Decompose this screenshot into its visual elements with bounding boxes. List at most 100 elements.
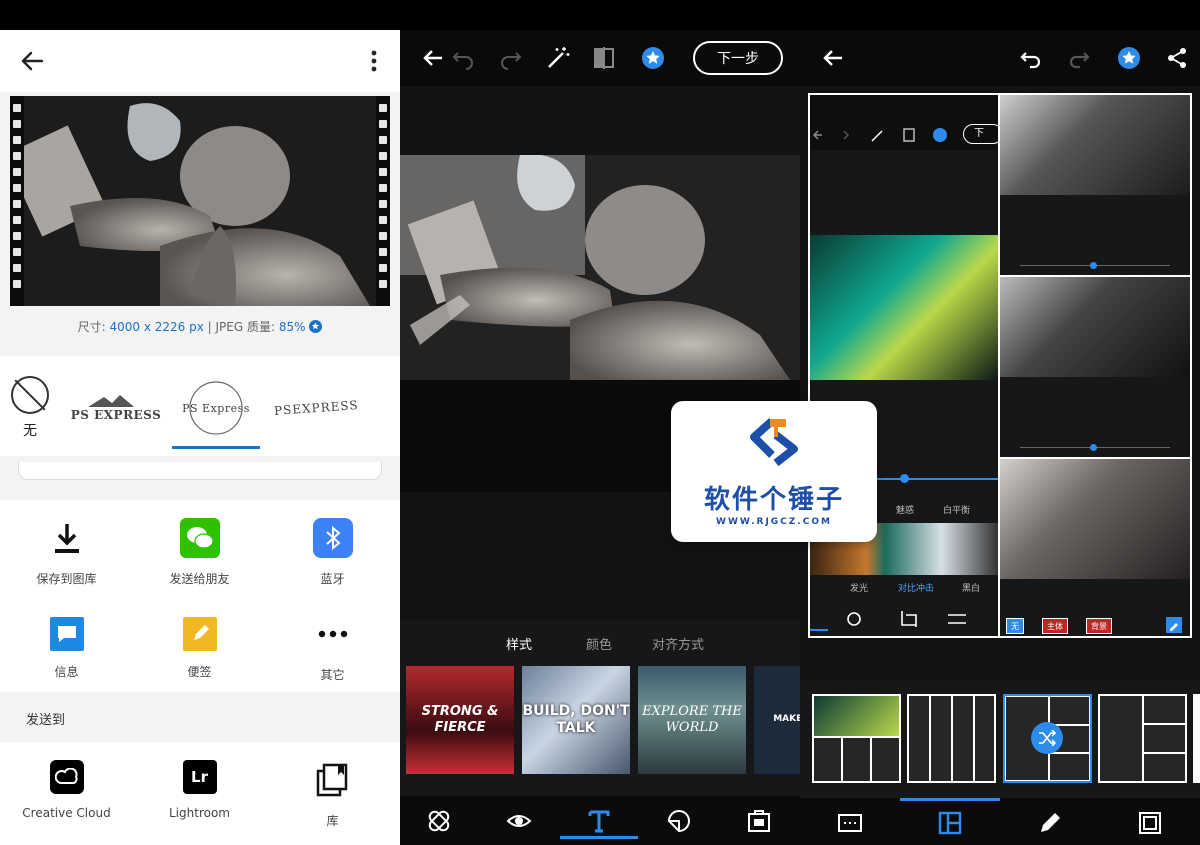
- back-arrow-icon[interactable]: [820, 45, 846, 71]
- border-icon[interactable]: [1137, 810, 1163, 836]
- chip-none: 无: [1006, 618, 1024, 634]
- share-icon[interactable]: [1164, 45, 1190, 71]
- share-wechat[interactable]: 发送给朋友: [133, 518, 266, 587]
- settings-card-edge: [18, 462, 382, 480]
- filter-name-active: 对比冲击: [898, 584, 935, 594]
- cyan-photo: [810, 235, 998, 380]
- undo-icon[interactable]: [1018, 45, 1044, 71]
- tab-color[interactable]: 颜色: [586, 634, 612, 653]
- text-tabs: 样式 颜色 对齐方式: [400, 620, 800, 666]
- redo-icon[interactable]: [1066, 45, 1092, 71]
- star-badge-icon[interactable]: [309, 320, 323, 333]
- eye-icon[interactable]: [506, 808, 532, 834]
- aspect-ratio-icon[interactable]: [837, 810, 863, 836]
- status-bar: [400, 0, 800, 30]
- collage-canvas[interactable]: 下 魅惑 白平衡 发光 对比冲击 黑白 无 主体 背景: [808, 93, 1192, 638]
- layout-option-5-partial[interactable]: [1193, 694, 1200, 783]
- text-tool-icon[interactable]: [586, 808, 612, 834]
- meta-quality[interactable]: 85%: [279, 320, 306, 334]
- share-more[interactable]: 其它: [266, 614, 399, 683]
- download-icon: [47, 518, 87, 558]
- logo-url-text: WWW.RJGCZ.COM: [716, 517, 832, 527]
- share-bluetooth[interactable]: 蓝牙: [266, 518, 399, 587]
- mini-toolbar: 下: [810, 95, 998, 150]
- next-button[interactable]: 下一步: [693, 41, 783, 75]
- compare-icon[interactable]: [591, 45, 617, 71]
- undo-icon[interactable]: [450, 45, 476, 71]
- redo-icon[interactable]: [498, 45, 524, 71]
- collage-cell-right-3[interactable]: [1000, 459, 1190, 636]
- bottom-nav-selected-indicator: [560, 836, 638, 839]
- filter-name: 发光: [850, 584, 869, 594]
- mini-slider-thumb: [1090, 262, 1097, 269]
- tab-alignment[interactable]: 对齐方式: [652, 634, 704, 653]
- share-label: 便签: [187, 665, 212, 679]
- more-vertical-icon[interactable]: [364, 48, 384, 74]
- circle-logo-icon: [189, 381, 243, 435]
- library-icon: [313, 760, 353, 800]
- layout-strip: [800, 680, 1200, 798]
- share-message[interactable]: 信息: [0, 614, 133, 680]
- layout-option-4[interactable]: [1098, 694, 1187, 783]
- mini-bottom-icons: [810, 611, 966, 631]
- layout-icon[interactable]: [937, 810, 963, 836]
- canvas-photo[interactable]: [400, 155, 800, 380]
- app-library[interactable]: 库: [266, 760, 399, 829]
- template-build-dont-talk[interactable]: BUILD, DON'T TALK: [522, 666, 630, 774]
- collage-cell-right-1[interactable]: [1000, 95, 1190, 275]
- photo-thumbnail: [1000, 277, 1190, 377]
- watermark-settings-edge: [0, 456, 400, 500]
- layout-option-2[interactable]: [907, 694, 996, 783]
- chip-background: 背景: [1086, 618, 1112, 634]
- creative-cloud-icon: [49, 760, 84, 794]
- watermark-option-3-label: PSEXPRESS: [273, 398, 359, 418]
- premium-star-icon[interactable]: [640, 45, 666, 71]
- app-label: 库: [326, 814, 339, 828]
- pencil-icon[interactable]: [1037, 810, 1063, 836]
- collage-bottom-nav: [800, 798, 1200, 845]
- share-label: 发送给朋友: [169, 572, 230, 586]
- frame-icon[interactable]: [746, 808, 772, 834]
- healing-icon[interactable]: [426, 808, 452, 834]
- template-explore-the-world[interactable]: EXPLORE THE WORLD: [638, 666, 746, 774]
- no-watermark-icon: [11, 376, 49, 414]
- app-lightroom[interactable]: Lr Lightroom: [133, 760, 266, 820]
- back-arrow-icon[interactable]: [18, 47, 46, 75]
- eyedropper-icon: [1166, 617, 1182, 633]
- tab-style[interactable]: 样式: [506, 634, 532, 653]
- share-label: 信息: [54, 665, 79, 679]
- watermark-option-2[interactable]: PS Express: [166, 368, 266, 448]
- sticker-icon[interactable]: [666, 808, 692, 834]
- photo-preview: [10, 96, 390, 306]
- lightroom-icon: Lr: [182, 760, 217, 794]
- layout-option-1[interactable]: [812, 694, 901, 783]
- watermark-option-3[interactable]: PSEXPRESS: [266, 368, 366, 448]
- photo-thumbnail: [1000, 95, 1190, 195]
- photo-thumbnail: [1000, 459, 1190, 579]
- status-bar: [800, 0, 1200, 30]
- send-to-label: 发送到: [26, 713, 66, 728]
- mini-toolbar-icons: [812, 128, 947, 142]
- app-creative-cloud[interactable]: Creative Cloud: [0, 760, 133, 820]
- template-text: MAKE IT SIGN: [773, 714, 800, 725]
- message-icon: [49, 617, 84, 651]
- site-watermark-logo: 软件个锤子 WWW.RJGCZ.COM: [671, 401, 877, 542]
- share-label: 其它: [320, 668, 345, 682]
- share-label: 保存到图库: [36, 572, 97, 586]
- template-text: EXPLORE THE WORLD: [642, 703, 742, 735]
- share-save-to-gallery[interactable]: 保存到图库: [0, 518, 133, 587]
- back-arrow-icon[interactable]: [420, 45, 446, 71]
- status-bar: [0, 0, 400, 30]
- watermark-option-1-label: PS EXPRESS: [70, 408, 162, 422]
- top-app-bar: [0, 30, 400, 92]
- magic-wand-icon[interactable]: [545, 45, 571, 71]
- shuffle-icon[interactable]: [1031, 722, 1063, 754]
- share-note[interactable]: 便签: [133, 614, 266, 680]
- collage-cell-right-2[interactable]: [1000, 277, 1190, 457]
- collage-cell-left[interactable]: 下 魅惑 白平衡 发光 对比冲击 黑白: [810, 95, 998, 636]
- film-strip-left: [10, 96, 24, 306]
- template-make-it-sign[interactable]: MAKE IT SIGN: [754, 666, 800, 774]
- template-strong-fierce[interactable]: STRONG & FIERCE: [406, 666, 514, 774]
- premium-star-icon[interactable]: [1116, 45, 1142, 71]
- watermark-option-1[interactable]: PS EXPRESS: [66, 368, 166, 448]
